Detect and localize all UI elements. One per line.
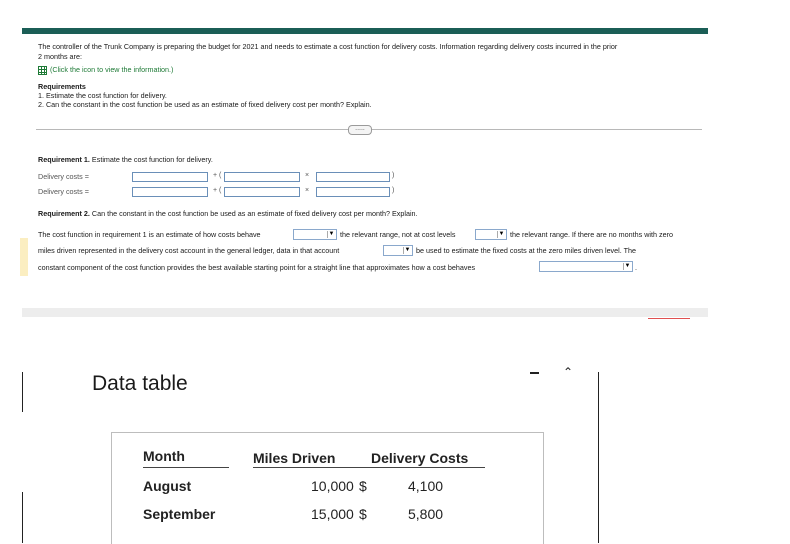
times-sign-1: ×	[305, 172, 310, 179]
row-cost: 5,800	[408, 506, 444, 522]
req2-line1-a: The cost function in requirement 1 is an…	[38, 230, 261, 239]
header-delivery-costs: Delivery Costs	[371, 450, 469, 466]
req1-heading-bold: Requirement 1.	[38, 155, 90, 164]
requirement-2-text: 2. Can the constant in the cost function…	[38, 100, 372, 109]
data-table-title: Data table	[92, 372, 188, 395]
bottom-toolbar	[22, 308, 708, 317]
popup-left-edge	[22, 372, 23, 412]
req2-line2-a: miles driven represented in the delivery…	[38, 246, 340, 255]
driver-input-row1[interactable]	[316, 172, 390, 182]
req2-heading-text: Can the constant in the cost function be…	[89, 209, 418, 218]
delivery-costs-label-1: Delivery costs =	[38, 172, 89, 181]
dropdown-arrow-icon: ▼	[623, 263, 631, 270]
constant-input-row1[interactable]	[132, 172, 208, 182]
top-header-bar	[22, 28, 708, 34]
header-underline-month	[143, 467, 229, 468]
req1-heading-text: Estimate the cost function for delivery.	[89, 155, 213, 164]
header-underline-values	[253, 467, 485, 468]
highlight-marker	[20, 238, 28, 276]
popup-left-edge-lower	[22, 492, 23, 543]
popup-right-edge	[598, 372, 599, 543]
minimize-icon[interactable]	[530, 372, 539, 374]
expand-icon[interactable]: ⌃	[563, 365, 573, 379]
within-outside-dropdown-1[interactable]: ▼	[293, 229, 337, 240]
can-cannot-dropdown[interactable]: ▼	[383, 245, 413, 256]
plus-paren-2: + (	[213, 187, 222, 194]
within-outside-dropdown-2[interactable]: ▼	[475, 229, 507, 240]
row-currency: $	[359, 478, 367, 494]
close-paren-2: )	[392, 187, 395, 194]
driver-input-row2[interactable]	[316, 187, 390, 197]
variable-rate-input-row2[interactable]	[224, 187, 300, 197]
req1-heading: Requirement 1. Estimate the cost functio…	[38, 155, 213, 165]
row-cost: 4,100	[408, 478, 444, 494]
row-miles: 10,000	[311, 478, 354, 494]
problem-intro-line2: 2 months are:	[38, 52, 82, 61]
plus-paren-1: + (	[213, 172, 222, 179]
range-dropdown[interactable]: ▼	[539, 261, 633, 272]
req2-line3-end: .	[635, 263, 637, 272]
req2-line1-b: the relevant range, not at cost levels	[340, 230, 456, 239]
header-miles-driven: Miles Driven	[253, 450, 336, 466]
req2-line1-c: the relevant range. If there are no mont…	[510, 230, 674, 239]
req2-line3-a: constant component of the cost function …	[38, 263, 476, 272]
close-paren-1: )	[392, 172, 395, 179]
delivery-costs-label-2: Delivery costs =	[38, 187, 89, 196]
expand-more-button[interactable]: .....	[348, 125, 372, 135]
constant-input-row2[interactable]	[132, 187, 208, 197]
dropdown-arrow-icon: ▼	[403, 247, 411, 254]
req2-line2-b: be used to estimate the fixed costs at t…	[416, 246, 636, 255]
problem-intro-line1: The controller of the Trunk Company is p…	[38, 42, 618, 51]
row-miles: 15,000	[311, 506, 354, 522]
req2-heading-bold: Requirement 2.	[38, 209, 90, 218]
variable-rate-input-row1[interactable]	[224, 172, 300, 182]
dropdown-arrow-icon: ▼	[497, 231, 505, 238]
req2-heading: Requirement 2. Can the constant in the c…	[38, 209, 418, 219]
times-sign-2: ×	[305, 187, 310, 194]
red-indicator	[648, 318, 690, 319]
header-month: Month	[143, 448, 185, 464]
info-link[interactable]: (Click the icon to view the information.…	[50, 65, 173, 75]
row-currency: $	[359, 506, 367, 522]
row-month: August	[143, 478, 192, 494]
table-grid-icon[interactable]	[38, 66, 47, 75]
dropdown-arrow-icon: ▼	[327, 231, 335, 238]
row-month: September	[143, 506, 216, 522]
